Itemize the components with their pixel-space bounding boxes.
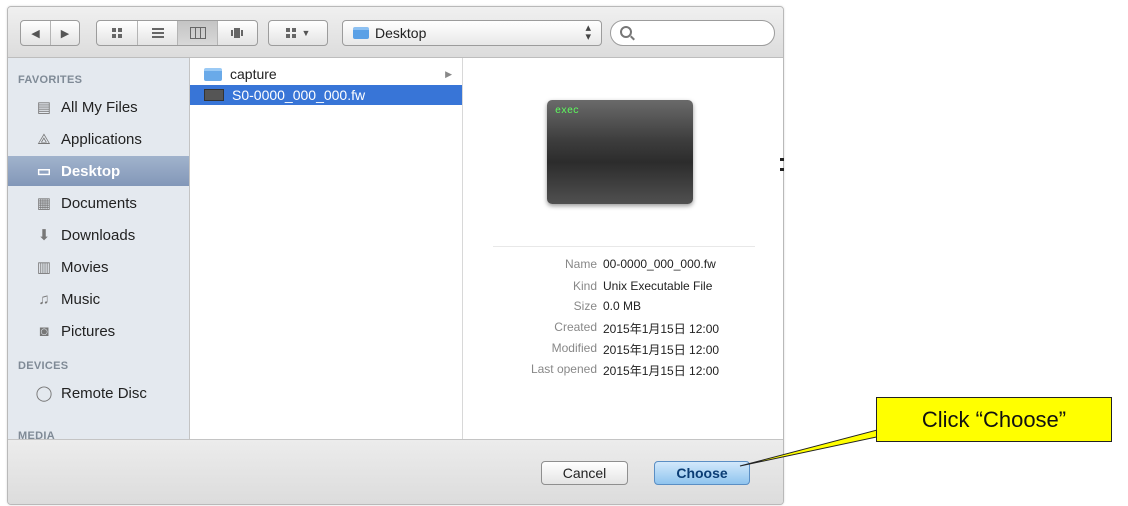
instruction-callout: Click “Choose”	[876, 397, 1112, 442]
